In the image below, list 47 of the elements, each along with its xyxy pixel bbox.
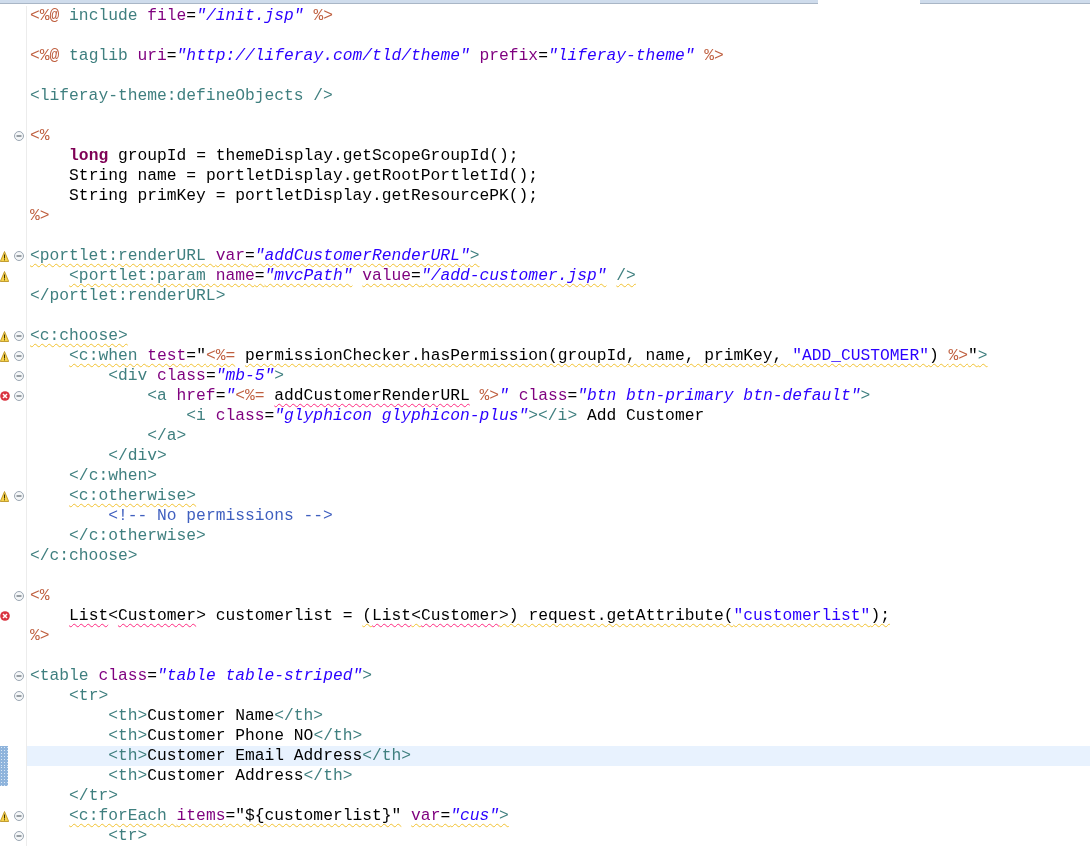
code-line: %> bbox=[30, 206, 50, 226]
collapse-icon[interactable] bbox=[14, 251, 24, 261]
code-line: String name = portletDisplay.getRootPortletId(); bbox=[68, 166, 539, 186]
code-line: <tr> bbox=[107, 826, 148, 846]
code-line: <% bbox=[30, 586, 50, 606]
code-line: <th>Customer Phone NO</th> bbox=[107, 726, 363, 746]
code-line: List<Customer> customerlist = (List<Customer>) request.getAttribute("customerlist"); bbox=[68, 606, 890, 626]
code-line: <%@ include file="/init.jsp" %> bbox=[30, 6, 333, 26]
collapse-icon[interactable] bbox=[14, 491, 24, 501]
collapse-icon[interactable] bbox=[14, 331, 24, 341]
collapse-icon[interactable] bbox=[14, 671, 24, 681]
code-line: <c:choose> bbox=[30, 326, 128, 346]
code-line: </portlet:renderURL> bbox=[30, 286, 226, 306]
code-line: <!-- No permissions --> bbox=[107, 506, 333, 526]
code-line: <c:forEach items="${customerlist}" var="cus"> bbox=[68, 806, 509, 826]
collapse-icon[interactable] bbox=[14, 691, 24, 701]
code-line: String primKey = portletDisplay.getResourcePK(); bbox=[68, 186, 539, 206]
collapse-icon[interactable] bbox=[14, 351, 24, 361]
code-line: <portlet:renderURL var="addCustomerRenderURL"> bbox=[30, 246, 480, 266]
code-line: long groupId = themeDisplay.getScopeGroupId(); bbox=[68, 146, 519, 166]
code-line: </tr> bbox=[68, 786, 118, 806]
code-line: <th>Customer Email Address</th> bbox=[107, 746, 412, 766]
collapse-icon[interactable] bbox=[14, 391, 24, 401]
code-line: <liferay-theme:defineObjects /> bbox=[30, 86, 333, 106]
code-line: <tr> bbox=[68, 686, 109, 706]
collapse-icon[interactable] bbox=[14, 591, 24, 601]
code-line: <c:when test="<%= permissionChecker.hasPermission(groupId, name, primKey, "ADD_CUSTOMER") %>"> bbox=[68, 346, 988, 366]
code-line: <table class="table table-striped"> bbox=[30, 666, 372, 686]
code-line: <%@ taglib uri="http://liferay.com/tld/theme" prefix="liferay-theme" %> bbox=[30, 46, 724, 66]
code-line: <div class="mb-5"> bbox=[107, 366, 285, 386]
code-line: <c:otherwise> bbox=[68, 486, 197, 506]
code-line: </c:choose> bbox=[30, 546, 138, 566]
code-line: <a href="<%= addCustomerRenderURL %>" class="btn btn-primary btn-default"> bbox=[146, 386, 871, 406]
code-line: </c:when> bbox=[68, 466, 158, 486]
code-line: </a> bbox=[146, 426, 187, 446]
code-line: <i class="glyphicon glyphicon-plus"></i> Add Customer bbox=[185, 406, 705, 426]
collapse-icon[interactable] bbox=[14, 811, 24, 821]
collapse-icon[interactable] bbox=[14, 371, 24, 381]
collapse-icon[interactable] bbox=[14, 831, 24, 841]
code-line: </c:otherwise> bbox=[68, 526, 206, 546]
code-line: <portlet:param name="mvcPath" value="/add-customer.jsp" /> bbox=[68, 266, 636, 286]
code-line: <th>Customer Address</th> bbox=[107, 766, 353, 786]
collapse-icon[interactable] bbox=[14, 131, 24, 141]
code-line: <% bbox=[30, 126, 50, 146]
code-line: <th>Customer Name</th> bbox=[107, 706, 324, 726]
code-line: %> bbox=[30, 626, 50, 646]
code-line: </div> bbox=[107, 446, 167, 466]
